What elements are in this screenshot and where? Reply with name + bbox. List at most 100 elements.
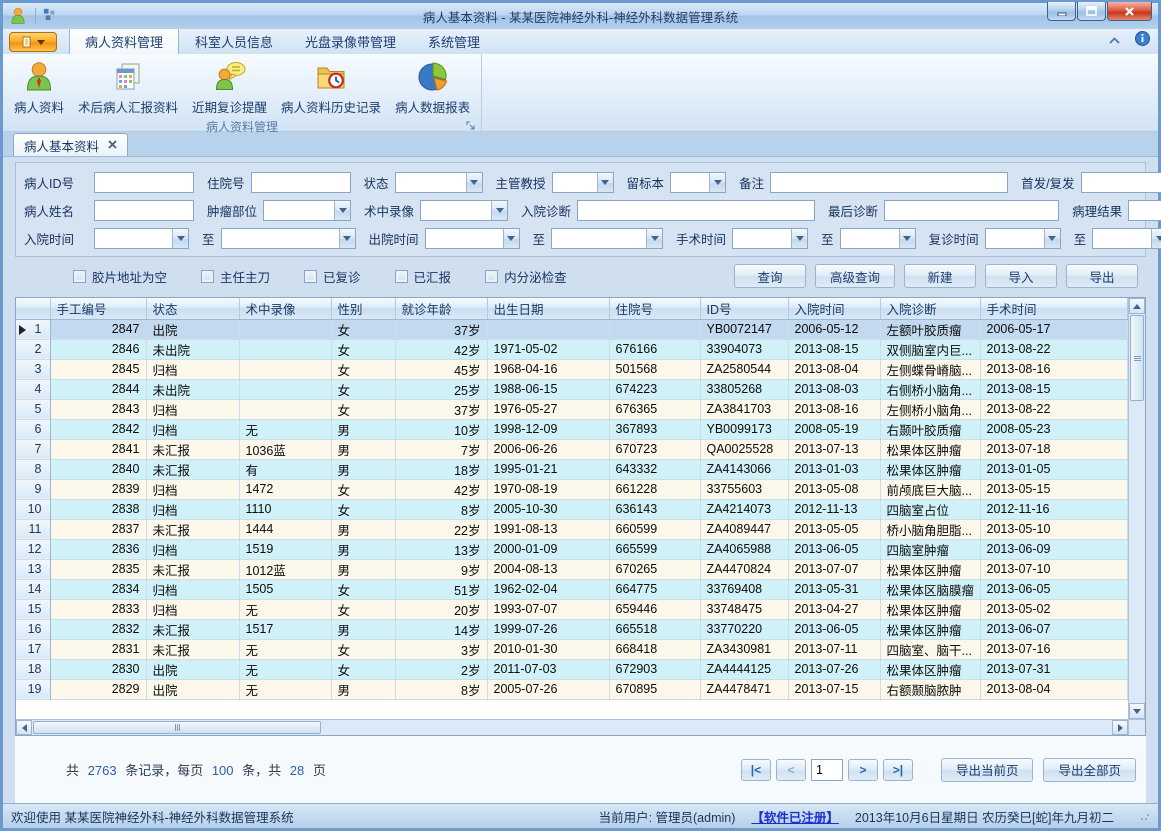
grid-cell[interactable]: YB0072147 (700, 319, 788, 339)
grid-cell[interactable]: 33769408 (700, 579, 788, 599)
chevron-down-icon[interactable] (334, 201, 350, 220)
surgery-date-to-select[interactable] (840, 228, 916, 249)
grid-cell[interactable]: 男 (331, 439, 395, 459)
grid-cell[interactable]: 676166 (609, 339, 700, 359)
admission-date-from-select[interactable] (94, 228, 189, 249)
grid-cell[interactable]: 1505 (239, 579, 331, 599)
patient-data-button[interactable]: 病人资料 (7, 57, 71, 118)
grid-cell[interactable]: 18岁 (395, 459, 487, 479)
grid-cell[interactable]: 2847 (50, 319, 146, 339)
column-header[interactable]: 手工编号 (50, 298, 146, 319)
grid-cell[interactable]: 2013-08-22 (980, 399, 1128, 419)
grid-cell[interactable] (239, 359, 331, 379)
grid-cell[interactable]: 无 (239, 659, 331, 679)
grid-cell[interactable]: 2829 (50, 679, 146, 699)
grid-cell[interactable]: 2013-05-08 (788, 479, 880, 499)
grid-cell[interactable]: 归档 (146, 599, 239, 619)
grid-cell[interactable] (239, 339, 331, 359)
grid-cell[interactable]: 出院 (146, 679, 239, 699)
chevron-down-icon[interactable] (899, 229, 915, 248)
revisited-checkbox-box[interactable] (304, 270, 317, 283)
export-button[interactable]: 导出 (1066, 264, 1138, 288)
grid-cell[interactable]: 有 (239, 459, 331, 479)
grid-cell[interactable]: 2013-07-11 (788, 639, 880, 659)
grid-cell[interactable]: 2013-07-31 (980, 659, 1128, 679)
chief-surgeon-checkbox[interactable]: 主任主刀 (201, 267, 270, 286)
grid-cell[interactable]: 女 (331, 339, 395, 359)
grid-cell[interactable]: 661228 (609, 479, 700, 499)
grid-cell[interactable]: 女 (331, 579, 395, 599)
last-page-button[interactable]: >| (883, 759, 913, 781)
grid-cell[interactable]: 367893 (609, 419, 700, 439)
row-indicator[interactable]: 15 (16, 599, 50, 619)
grid-cell[interactable]: 2006-05-12 (788, 319, 880, 339)
grid-cell[interactable]: 归档 (146, 579, 239, 599)
grid-cell[interactable]: 归档 (146, 499, 239, 519)
discharge-date-to-select[interactable] (551, 228, 663, 249)
vertical-scroll-track[interactable] (1129, 402, 1145, 703)
grid-cell[interactable]: 672903 (609, 659, 700, 679)
tumor-site-select[interactable] (263, 200, 351, 221)
horizontal-scroll-track[interactable] (322, 720, 1112, 735)
quick-access-icon[interactable] (42, 7, 60, 25)
export-all-pages-button[interactable]: 导出全部页 (1043, 758, 1136, 782)
grid-cell[interactable]: 45岁 (395, 359, 487, 379)
specimen-kept-select[interactable] (670, 172, 726, 193)
row-indicator[interactable]: 4 (16, 379, 50, 399)
new-button[interactable]: 新建 (904, 264, 976, 288)
grid-cell[interactable]: 2839 (50, 479, 146, 499)
grid-cell[interactable]: 归档 (146, 539, 239, 559)
grid-cell[interactable]: 2838 (50, 499, 146, 519)
grid-cell[interactable]: 松果体区肿瘤 (880, 619, 980, 639)
export-current-page-button[interactable]: 导出当前页 (941, 758, 1034, 782)
grid-cell[interactable]: 668418 (609, 639, 700, 659)
grid-cell[interactable]: 1472 (239, 479, 331, 499)
row-indicator[interactable]: 12 (16, 539, 50, 559)
grid-cell[interactable]: 659446 (609, 599, 700, 619)
grid-cell[interactable]: 2834 (50, 579, 146, 599)
grid-cell[interactable]: 2845 (50, 359, 146, 379)
grid-cell[interactable]: ZA4444125 (700, 659, 788, 679)
grid-cell[interactable]: 未汇报 (146, 439, 239, 459)
grid-cell[interactable]: 2013-07-16 (980, 639, 1128, 659)
grid-cell[interactable]: 男 (331, 539, 395, 559)
grid-cell[interactable]: 归档 (146, 359, 239, 379)
grid-cell[interactable]: 2013-08-15 (788, 339, 880, 359)
grid-cell[interactable] (239, 319, 331, 339)
grid-cell[interactable]: 松果体区肿瘤 (880, 439, 980, 459)
grid-cell[interactable]: 未出院 (146, 379, 239, 399)
grid-cell[interactable]: QA0025528 (700, 439, 788, 459)
grid-cell[interactable]: 2013-06-09 (980, 539, 1128, 559)
grid-cell[interactable]: ZA3841703 (700, 399, 788, 419)
row-indicator[interactable]: 1 (16, 319, 50, 339)
chevron-down-icon[interactable] (709, 173, 725, 192)
grid-cell[interactable]: 女 (331, 319, 395, 339)
grid-cell[interactable]: 未汇报 (146, 619, 239, 639)
grid-cell[interactable]: 未汇报 (146, 559, 239, 579)
next-page-button[interactable]: > (848, 759, 878, 781)
software-registered-link[interactable]: 【软件已注册】 (751, 807, 839, 826)
ribbon-tab-disc-tape-management[interactable]: 光盘录像带管理 (289, 27, 412, 54)
grid-cell[interactable]: 2013-08-04 (788, 359, 880, 379)
grid-cell[interactable]: 男 (331, 459, 395, 479)
row-indicator[interactable]: 14 (16, 579, 50, 599)
grid-corner-cell[interactable] (16, 298, 50, 319)
grid-cell[interactable]: 2010-01-30 (487, 639, 609, 659)
patient-name-input[interactable] (94, 200, 194, 221)
grid-cell[interactable]: 双侧脑室内巨... (880, 339, 980, 359)
grid-cell[interactable]: ZA4065988 (700, 539, 788, 559)
column-header[interactable]: 住院号 (609, 298, 700, 319)
pathology-result-input[interactable] (1128, 200, 1161, 221)
grid-cell[interactable]: 1519 (239, 539, 331, 559)
grid-cell[interactable]: 男 (331, 419, 395, 439)
grid-cell[interactable]: 男 (331, 559, 395, 579)
final-diagnosis-input[interactable] (884, 200, 1059, 221)
grid-cell[interactable]: 出院 (146, 319, 239, 339)
remarks-input[interactable] (770, 172, 1008, 193)
grid-cell[interactable]: 51岁 (395, 579, 487, 599)
grid-cell[interactable]: 20岁 (395, 599, 487, 619)
grid-cell[interactable]: 42岁 (395, 339, 487, 359)
grid-cell[interactable]: 2013-08-15 (980, 379, 1128, 399)
chevron-down-icon[interactable] (1044, 229, 1060, 248)
reported-checkbox[interactable]: 已汇报 (395, 267, 452, 286)
